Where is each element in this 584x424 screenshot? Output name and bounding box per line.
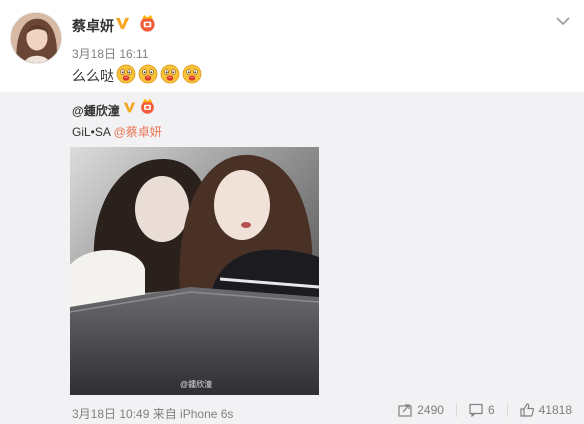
- divider: [506, 403, 508, 417]
- chevron-down-icon[interactable]: [556, 16, 570, 26]
- kiss-emoji-icon: [138, 64, 158, 84]
- comment-button[interactable]: 6: [469, 403, 495, 417]
- post-text-content: 么么哒: [72, 67, 114, 84]
- kiss-emoji-icon: [160, 64, 180, 84]
- verified-icon: [123, 102, 136, 113]
- post-text: 么么哒: [72, 64, 202, 87]
- comment-count: 6: [487, 403, 495, 417]
- repost-text-prefix: GiL•SA: [72, 125, 114, 139]
- repost-photo[interactable]: @鍾欣潼: [70, 147, 319, 395]
- avatar[interactable]: [10, 12, 62, 64]
- medal-icon[interactable]: [138, 14, 157, 33]
- forward-count: 2490: [417, 403, 444, 417]
- comment-icon: [469, 403, 483, 417]
- mention-link[interactable]: @蔡卓妍: [114, 125, 162, 139]
- repost-actions: 2490 6 41818: [398, 403, 572, 417]
- repost-text: GiL•SA @蔡卓妍: [72, 123, 162, 140]
- like-button[interactable]: 41818: [520, 403, 572, 417]
- medal-icon[interactable]: [139, 98, 156, 115]
- forward-icon: [398, 404, 412, 417]
- divider: [455, 403, 457, 417]
- forward-button[interactable]: 2490: [398, 403, 444, 417]
- emoji-row: [114, 64, 202, 87]
- verified-icon: [115, 17, 130, 30]
- poster-name[interactable]: 蔡卓妍: [72, 16, 114, 36]
- kiss-emoji-icon: [182, 64, 202, 84]
- kiss-emoji-icon: [116, 64, 136, 84]
- selfie-image: [70, 147, 319, 395]
- repost-meta[interactable]: 3月18日 10:49 来自 iPhone 6s: [72, 405, 233, 422]
- avatar-photo: [11, 13, 61, 63]
- post-timestamp[interactable]: 3月18日 16:11: [72, 45, 149, 62]
- repost-author[interactable]: @鍾欣潼: [72, 102, 120, 119]
- repost-card: @鍾欣潼 GiL•SA @蔡卓妍 @鍾欣潼 3月18日 10:49 来自 iPh…: [0, 92, 584, 424]
- like-count: 41818: [538, 403, 572, 417]
- thumbs-up-icon: [520, 403, 534, 417]
- photo-watermark: @鍾欣潼: [180, 380, 213, 389]
